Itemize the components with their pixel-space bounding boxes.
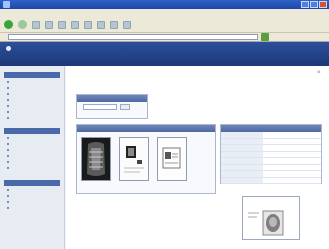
sidebar-item[interactable] — [7, 92, 64, 96]
sidebar — [0, 66, 65, 249]
images-panel — [76, 124, 216, 194]
stop-icon[interactable] — [32, 20, 40, 29]
sidebar-item[interactable] — [7, 80, 64, 84]
thumbnail-list — [81, 137, 187, 181]
metadata-panel-title — [221, 125, 321, 132]
preview-image — [248, 210, 284, 236]
sidebar-item[interactable] — [7, 200, 64, 204]
logo-icon — [6, 46, 11, 52]
browser-toolbar — [0, 17, 329, 33]
menu-bar — [0, 9, 329, 17]
home-icon[interactable] — [58, 20, 66, 29]
sidebar-item[interactable] — [7, 166, 64, 170]
maximize-button[interactable] — [310, 1, 318, 8]
mail-icon[interactable] — [110, 20, 118, 29]
title-bar — [0, 0, 329, 9]
search-button[interactable] — [120, 104, 130, 110]
forward-arrow-icon[interactable] — [18, 20, 27, 29]
document-image — [120, 138, 148, 180]
metadata-table — [221, 132, 321, 184]
images-panel-title — [77, 125, 215, 132]
history-icon[interactable] — [97, 20, 105, 29]
image-thumbnail[interactable] — [157, 137, 187, 181]
xray-image — [82, 138, 110, 180]
image-thumbnail[interactable] — [119, 137, 149, 181]
search-row — [77, 102, 147, 112]
browser-icon — [3, 1, 10, 8]
back-arrow-icon[interactable] — [4, 20, 13, 29]
go-icon[interactable] — [261, 33, 269, 41]
close-icon[interactable]: × — [317, 70, 323, 76]
sidebar-item[interactable] — [7, 136, 64, 140]
metadata-panel — [220, 124, 322, 184]
close-button[interactable] — [319, 1, 327, 8]
window-controls — [301, 1, 327, 8]
sidebar-item[interactable] — [7, 98, 64, 102]
scan-image — [158, 138, 186, 180]
sidebar-item[interactable] — [7, 154, 64, 158]
sidebar-item[interactable] — [7, 188, 64, 192]
table-row — [221, 177, 321, 184]
sidebar-item[interactable] — [7, 86, 64, 90]
minimize-button[interactable] — [301, 1, 309, 8]
sidebar-item[interactable] — [7, 206, 64, 210]
print-icon[interactable] — [123, 20, 131, 29]
image-thumbnail[interactable] — [81, 137, 111, 181]
sidebar-item[interactable] — [7, 194, 64, 198]
address-input[interactable] — [8, 34, 258, 40]
favorites-icon[interactable] — [84, 20, 92, 29]
sidebar-item[interactable] — [7, 116, 64, 120]
search-panel-title — [77, 95, 147, 102]
sidebar-item[interactable] — [7, 142, 64, 146]
sidebar-item[interactable] — [7, 110, 64, 114]
address-bar — [0, 33, 329, 42]
row-value — [263, 177, 321, 184]
browser-window: × — [0, 0, 329, 249]
portal-logo[interactable] — [6, 46, 62, 62]
sidebar-item[interactable] — [7, 148, 64, 152]
row-key — [221, 177, 263, 184]
portal-header — [0, 42, 329, 66]
image-preview-popup[interactable] — [242, 196, 300, 240]
sidebar-section-title[interactable] — [4, 72, 60, 78]
sidebar-item[interactable] — [7, 104, 64, 108]
search-input[interactable] — [83, 104, 117, 110]
sidebar-section-title[interactable] — [4, 128, 60, 134]
search-panel — [76, 94, 148, 119]
sidebar-section-title[interactable] — [4, 180, 60, 186]
sidebar-item[interactable] — [7, 160, 64, 164]
refresh-icon[interactable] — [45, 20, 53, 29]
search-icon[interactable] — [71, 20, 79, 29]
